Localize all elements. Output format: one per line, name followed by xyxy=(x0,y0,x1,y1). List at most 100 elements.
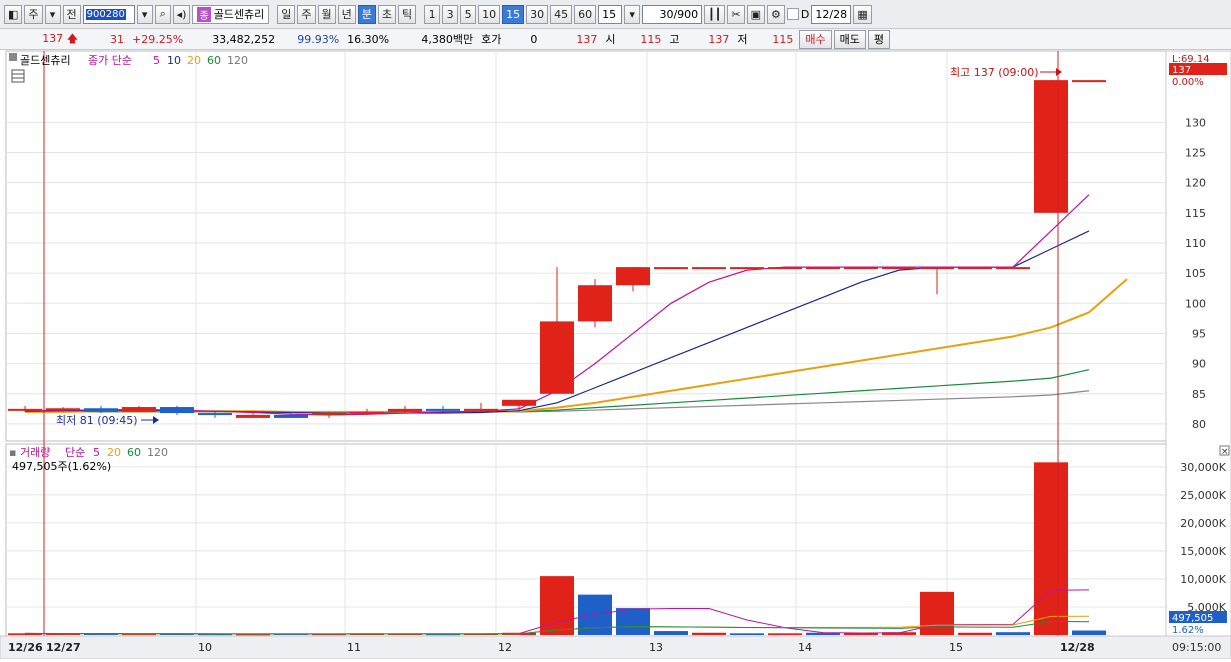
x-axis-label: 11 xyxy=(347,641,361,654)
candle-body xyxy=(844,267,878,270)
high-value: 137 xyxy=(708,32,730,46)
x-axis-label: 15 xyxy=(949,641,963,654)
candle-body xyxy=(236,414,270,418)
interval-minute[interactable]: 분 xyxy=(357,4,376,24)
low-label: 저 xyxy=(737,33,748,46)
low-value: 115 xyxy=(772,32,794,46)
candle-body xyxy=(996,267,1030,270)
stock-name: 골드센츄리 xyxy=(213,8,265,21)
sell-button[interactable]: 매도 xyxy=(833,29,866,49)
d-checkbox-label: D xyxy=(800,7,810,21)
x-axis-label: 12/26 xyxy=(8,641,43,654)
interval-tick[interactable]: 틱 xyxy=(398,4,417,24)
volume-tick-label: 20,000K xyxy=(1180,517,1226,530)
low-annotation: 최저 81 (09:45) xyxy=(56,414,138,427)
volume-tick-label: 25,000K xyxy=(1180,489,1226,502)
candle-body xyxy=(198,413,232,416)
x-axis-label: 13 xyxy=(649,641,663,654)
chart-area[interactable]: 130 125 120 115 110 105 100 95 90 85 80 30,000K 25,… xyxy=(0,50,1231,660)
interval-month[interactable]: 월 xyxy=(317,4,336,24)
crosshair-icon[interactable]: ✂ xyxy=(727,4,745,24)
save-icon[interactable]: ▣ xyxy=(746,4,766,24)
x-axis-label: 12/27 xyxy=(46,641,81,654)
interval-year[interactable]: 년 xyxy=(337,4,356,24)
minute-dropdown-icon[interactable]: ▾ xyxy=(624,4,641,24)
volume-bar xyxy=(654,631,688,635)
price-tick-label: 120 xyxy=(1185,177,1206,190)
current-volume-pct-tag: 1.62% xyxy=(1172,625,1204,636)
minute-15[interactable]: 15 xyxy=(502,4,525,24)
candle-body xyxy=(312,413,346,416)
interval-day[interactable]: 일 xyxy=(277,4,296,24)
candle-body xyxy=(160,407,194,414)
period-dropdown-icon[interactable]: ▾ xyxy=(44,4,61,24)
price-tick-label: 90 xyxy=(1192,358,1206,371)
gear-icon[interactable]: ⚙ xyxy=(767,4,785,24)
minute-45[interactable]: 45 xyxy=(550,4,573,24)
stock-name-box[interactable]: 종 골드센츄리 xyxy=(192,4,270,24)
candle-body xyxy=(578,285,612,322)
minute-3[interactable]: 3 xyxy=(442,4,459,24)
price-stock-label: 골드센츄리 xyxy=(20,54,71,67)
candle-body xyxy=(768,267,802,270)
ma-legend-prefix: 종가 단순 xyxy=(88,54,132,67)
interval-week[interactable]: 주 xyxy=(297,4,316,24)
volume-bar xyxy=(768,633,802,635)
minute-select[interactable]: 15 xyxy=(598,4,623,24)
current-volume-text: 497,505주(1.62%) xyxy=(12,460,111,473)
minute-1[interactable]: 1 xyxy=(424,4,441,24)
candle-body xyxy=(654,267,688,270)
candle-type-icon[interactable]: ┃┃ xyxy=(704,4,726,24)
up-arrow-icon: 🡅 xyxy=(66,31,78,45)
speaker-icon[interactable]: ◂) xyxy=(172,4,191,24)
x-axis-time-label: 09:15:00 xyxy=(1172,641,1221,654)
volume-total: 33,482,252 xyxy=(212,32,276,46)
chart-svg[interactable]: 13012512011511010510095908580 30,000K25,… xyxy=(0,50,1231,660)
volume-bar xyxy=(730,633,764,635)
d-checkbox[interactable] xyxy=(786,8,799,20)
price-tick-label: 80 xyxy=(1192,418,1206,431)
price-tick-label: 95 xyxy=(1192,327,1206,340)
minute-10[interactable]: 10 xyxy=(478,4,501,24)
volume-bar xyxy=(1034,462,1068,635)
prev-button[interactable]: 전 xyxy=(62,4,81,24)
panel-handle-icon[interactable] xyxy=(9,53,17,61)
search-icon[interactable]: ⌕ xyxy=(154,4,171,24)
volume-handle-icon[interactable]: ▪ xyxy=(9,446,16,459)
count-input[interactable]: 30/900 xyxy=(642,4,703,24)
minute-60[interactable]: 60 xyxy=(574,4,597,24)
price-tick-label: 100 xyxy=(1185,297,1206,310)
minute-5[interactable]: 5 xyxy=(460,4,477,24)
buy-button[interactable]: 매수 xyxy=(799,29,832,49)
candle-body xyxy=(46,408,80,411)
volume-tick-label: 10,000K xyxy=(1180,573,1226,586)
vol-ma-legend-20: 20 xyxy=(107,446,121,459)
volume-bar xyxy=(616,608,650,635)
open-label: 시 xyxy=(605,33,616,46)
candle-body xyxy=(1034,80,1068,213)
layout-icon[interactable]: ◧ xyxy=(4,4,23,24)
price-tick-label: 85 xyxy=(1192,388,1206,401)
volume-close-glyph: × xyxy=(1221,447,1229,457)
calendar-icon[interactable]: ▦ xyxy=(853,4,872,24)
date-input[interactable]: 12/28 xyxy=(811,4,852,24)
price-change-pct: +29.25% xyxy=(132,32,184,46)
volume-ma-prefix: 단순 xyxy=(65,446,85,459)
high-label: 고 xyxy=(669,33,680,46)
minute-30[interactable]: 30 xyxy=(526,4,549,24)
period-tab[interactable]: 주 xyxy=(24,4,43,24)
code-dropdown-icon[interactable]: ▾ xyxy=(136,4,153,24)
table-icon[interactable] xyxy=(11,69,25,83)
volume-bar xyxy=(692,632,726,635)
x-axis-bar xyxy=(0,635,1231,660)
turnover-ratio: 16.30% xyxy=(347,32,390,46)
stock-code-input[interactable]: 900280 xyxy=(82,4,135,24)
candle-body xyxy=(350,411,384,414)
candle-body xyxy=(8,408,42,411)
interval-second[interactable]: 초 xyxy=(377,4,397,24)
volume-label: 거래량 xyxy=(20,446,50,459)
stock-code-text: 900280 xyxy=(85,8,126,20)
quote-bar: 137 🡅 31 +29.25% 33,482,252 99.93% 16.30… xyxy=(0,29,1231,50)
avg-button[interactable]: 평 xyxy=(867,29,890,49)
candle-body xyxy=(122,407,156,412)
